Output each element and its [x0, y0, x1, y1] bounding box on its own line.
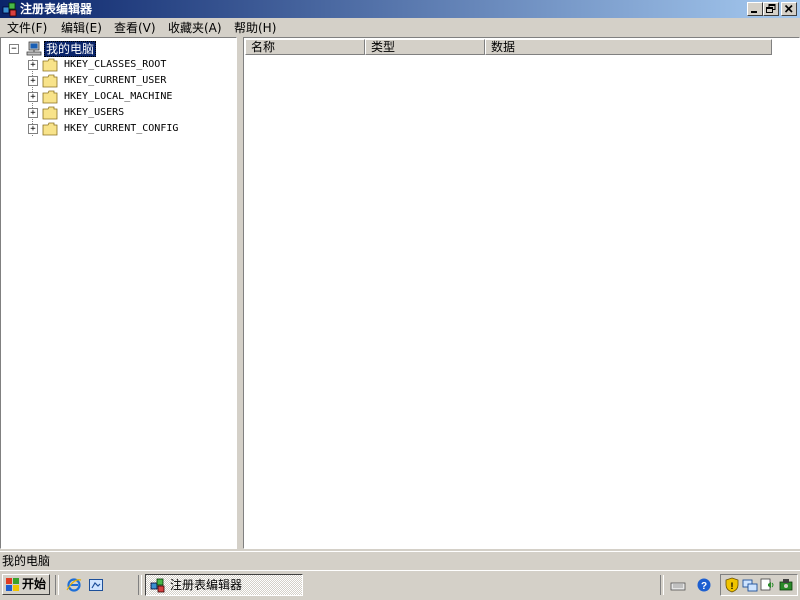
internet-explorer-icon[interactable]: [66, 577, 82, 593]
tree-item-hku[interactable]: + HKEY_USERS: [27, 105, 227, 121]
regedit-icon: [150, 578, 165, 593]
volume-icon[interactable]: [760, 577, 776, 593]
keyboard-icon[interactable]: [670, 577, 686, 593]
registry-tree-pane[interactable]: − 我的电脑 + HKEY_CLASSES_ROOT + HKEY_CURREN…: [0, 37, 237, 549]
computer-icon: [26, 41, 42, 56]
menu-view[interactable]: 查看(V): [113, 20, 157, 36]
tree-item-hkcu[interactable]: + HKEY_CURRENT_USER: [27, 73, 227, 89]
device-icon[interactable]: [778, 577, 794, 593]
close-button[interactable]: [781, 2, 797, 16]
folder-icon: [42, 122, 58, 136]
taskbar-button-label: 注册表编辑器: [170, 578, 243, 592]
folder-icon: [42, 58, 58, 72]
tree-item-label: HKEY_CURRENT_USER: [64, 75, 167, 86]
tree-item-hkcr[interactable]: + HKEY_CLASSES_ROOT: [27, 57, 227, 73]
restore-icon: [766, 4, 776, 13]
expand-icon[interactable]: +: [28, 124, 38, 134]
tree-item-hkcc[interactable]: + HKEY_CURRENT_CONFIG: [27, 121, 227, 137]
start-label: 开始: [22, 577, 47, 591]
menu-favorites[interactable]: 收藏夹(A): [167, 20, 223, 36]
tree-item-hklm[interactable]: + HKEY_LOCAL_MACHINE: [27, 89, 227, 105]
expand-icon[interactable]: +: [28, 92, 38, 102]
tree-item-label: HKEY_USERS: [64, 107, 125, 118]
help-icon[interactable]: ?: [696, 577, 712, 593]
svg-text:!: !: [731, 581, 734, 591]
expand-icon[interactable]: +: [28, 108, 38, 118]
tree-root-label: 我的电脑: [44, 41, 97, 57]
taskbar-separator: [138, 575, 142, 595]
menu-bar: 文件(F) 编辑(E) 查看(V) 收藏夹(A) 帮助(H): [0, 18, 800, 36]
status-text: 我的电脑: [2, 554, 51, 568]
folder-icon: [42, 74, 58, 88]
menu-help[interactable]: 帮助(H): [233, 20, 277, 36]
security-shield-icon[interactable]: !: [724, 577, 740, 593]
expand-icon[interactable]: +: [28, 60, 38, 70]
menu-edit[interactable]: 编辑(E): [60, 20, 103, 36]
menu-file[interactable]: 文件(F): [6, 20, 48, 36]
windows-logo-icon: [6, 578, 19, 591]
tree-item-label: HKEY_CLASSES_ROOT: [64, 59, 167, 70]
regedit-icon: [2, 2, 17, 17]
show-desktop-icon[interactable]: [88, 577, 104, 593]
column-header-name[interactable]: 名称: [245, 39, 365, 55]
start-button[interactable]: 开始: [2, 574, 50, 595]
expand-icon[interactable]: +: [28, 76, 38, 86]
value-list-pane[interactable]: 名称 类型 数据: [243, 37, 800, 549]
taskbar-separator: [55, 575, 59, 595]
close-icon: [784, 4, 793, 13]
tree-item-label: HKEY_CURRENT_CONFIG: [64, 123, 179, 134]
minimize-button[interactable]: [747, 2, 763, 16]
status-bar: 我的电脑: [0, 551, 800, 569]
restore-button[interactable]: [763, 2, 779, 16]
column-header-data[interactable]: 数据: [485, 39, 772, 55]
taskbar-separator: [660, 575, 664, 595]
network-icon[interactable]: [742, 577, 758, 593]
column-header-type[interactable]: 类型: [365, 39, 485, 55]
minimize-icon: [751, 11, 757, 13]
taskbar: 开始 注册表编辑器 ? !: [0, 570, 800, 600]
svg-text:?: ?: [701, 581, 707, 592]
folder-icon: [42, 106, 58, 120]
folder-icon: [42, 90, 58, 104]
title-bar[interactable]: 注册表编辑器: [0, 0, 800, 18]
tree-item-label: HKEY_LOCAL_MACHINE: [64, 91, 173, 102]
taskbar-button-regedit[interactable]: 注册表编辑器: [145, 574, 303, 596]
collapse-icon[interactable]: −: [9, 44, 19, 54]
window-title: 注册表编辑器: [20, 2, 93, 16]
